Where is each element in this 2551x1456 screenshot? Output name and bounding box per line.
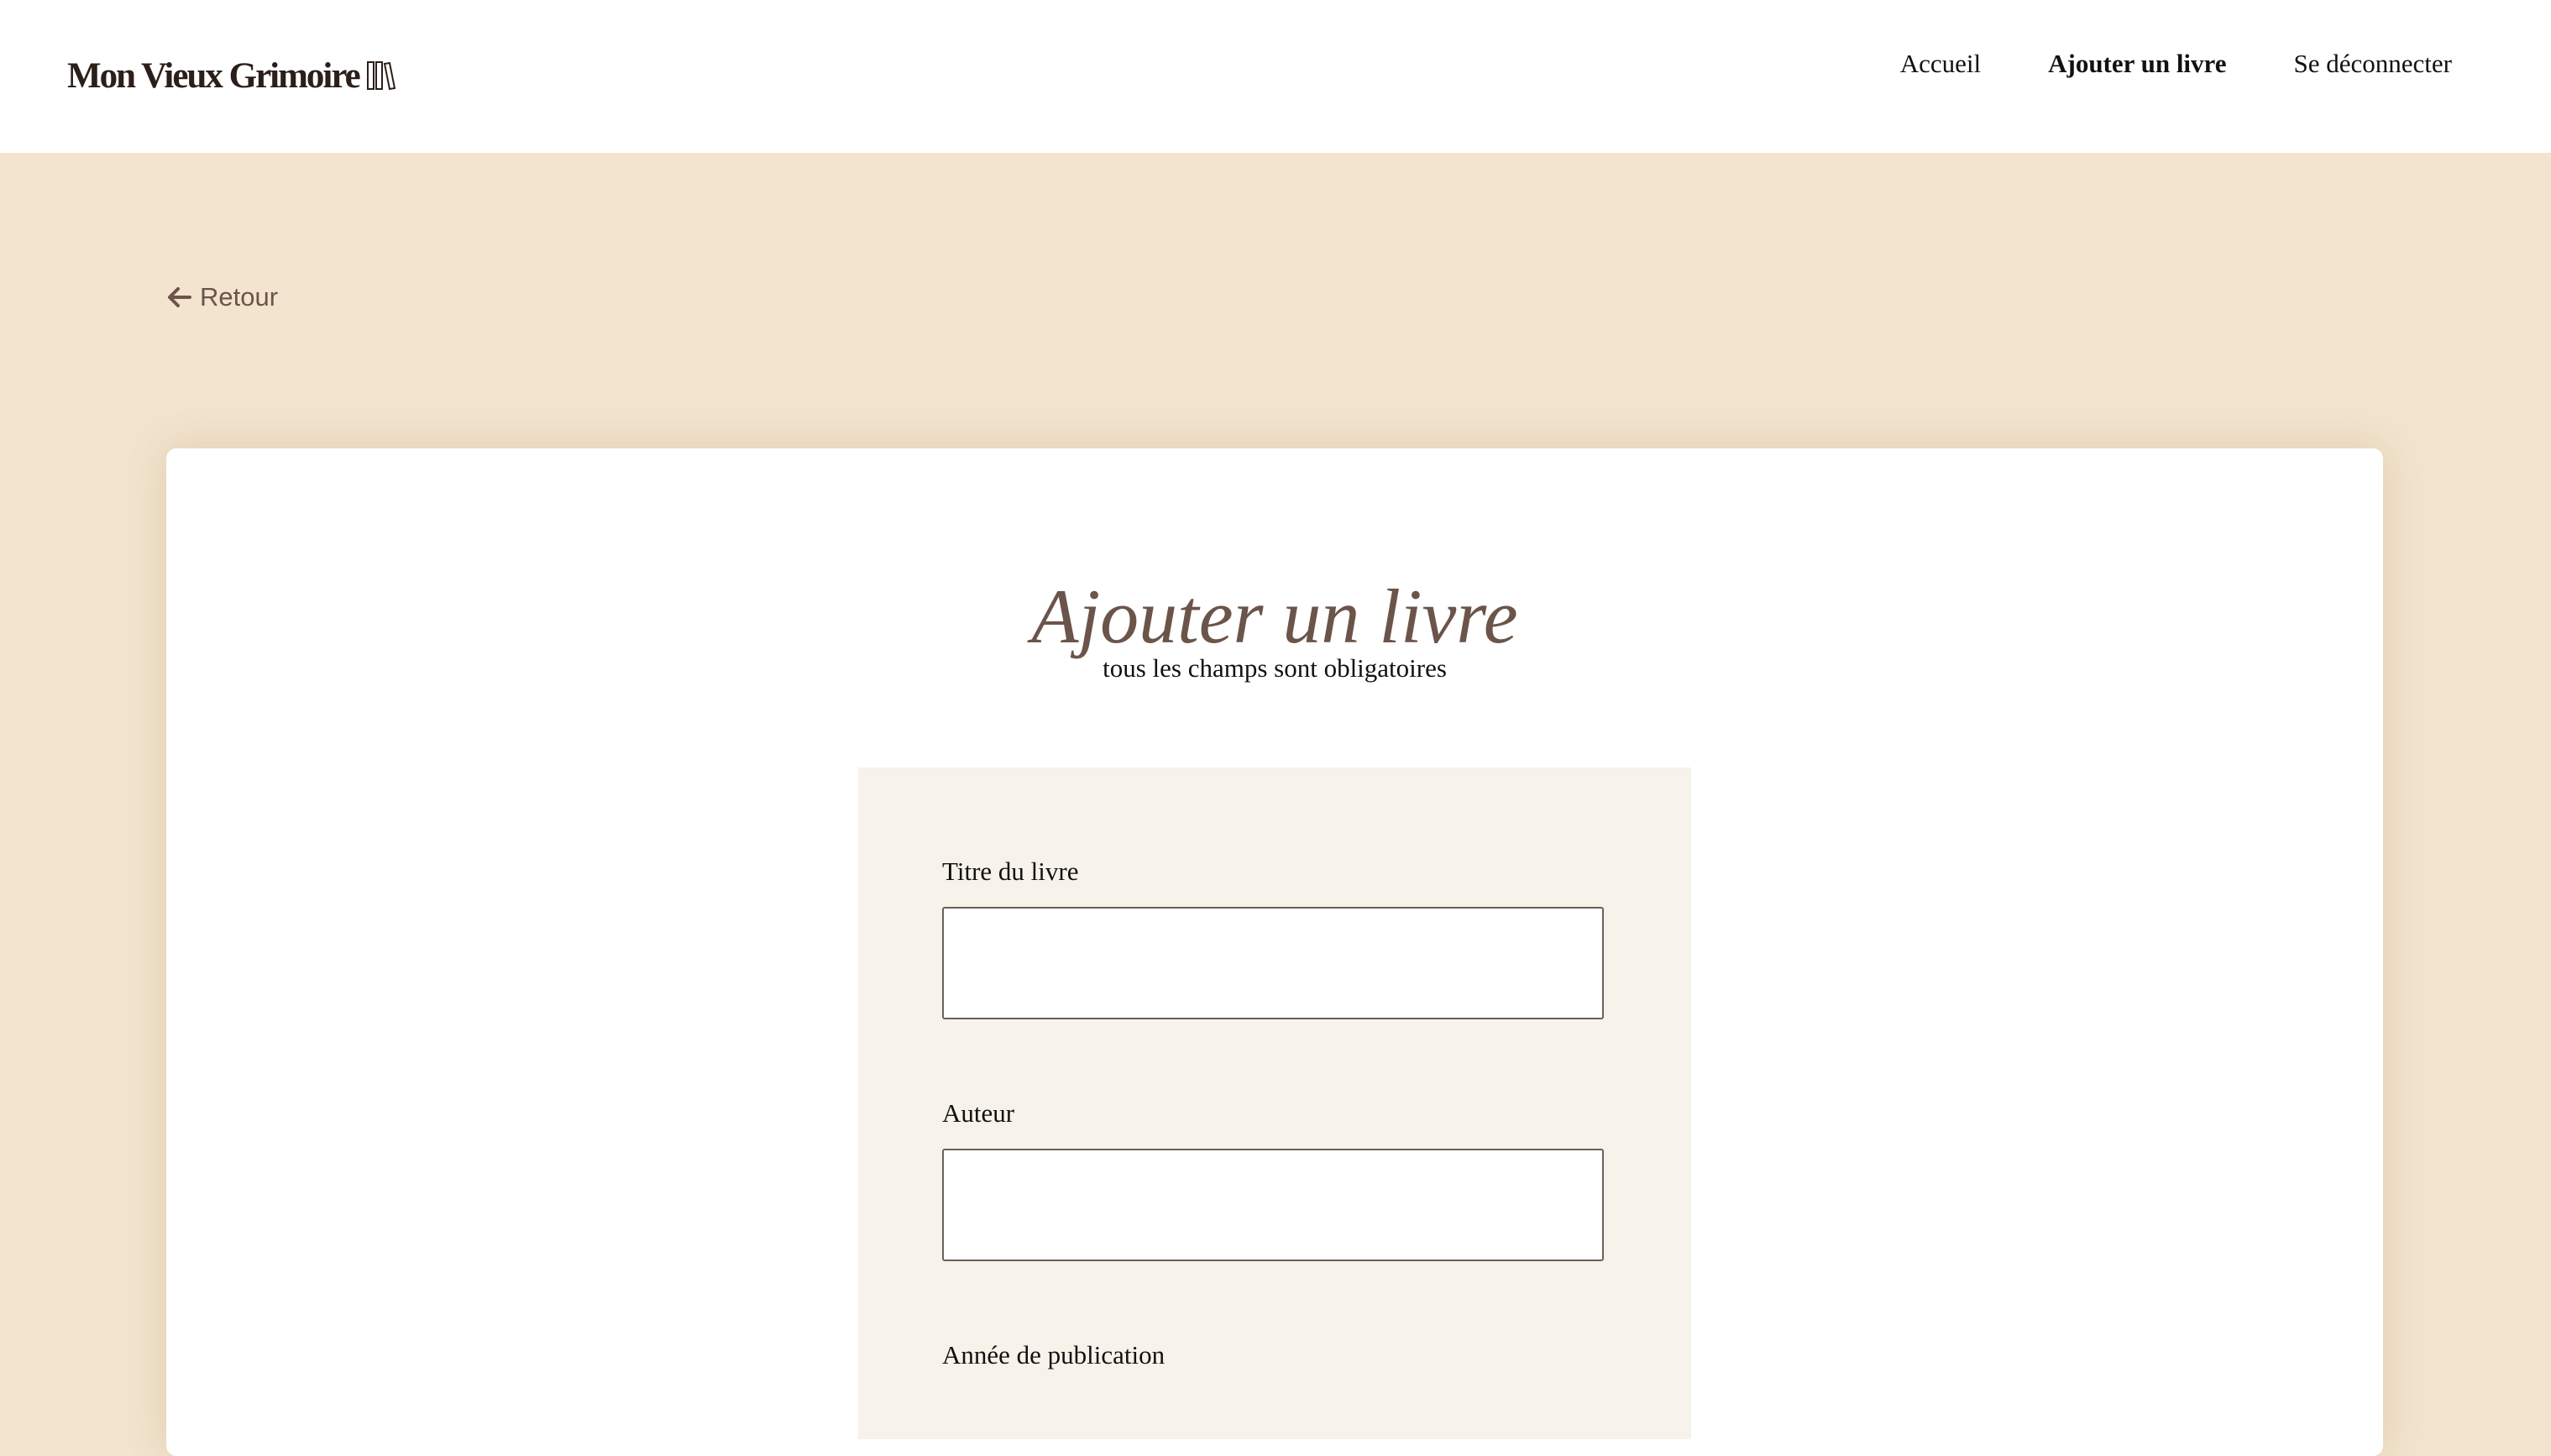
back-link[interactable]: Retour xyxy=(166,282,278,312)
author-field-label: Auteur xyxy=(942,1098,1015,1128)
back-label: Retour xyxy=(200,282,279,312)
page-subtitle: tous les champs sont obligatoires xyxy=(1103,653,1447,683)
books-icon xyxy=(366,61,395,91)
arrow-left-icon xyxy=(168,287,191,307)
year-field-label: Année de publication xyxy=(942,1340,1165,1370)
nav-accueil[interactable]: Accueil xyxy=(1900,49,1981,79)
page-title: Ajouter un livre xyxy=(1031,573,1518,659)
title-input[interactable] xyxy=(942,907,1604,1019)
author-input[interactable] xyxy=(942,1149,1604,1261)
site-logo[interactable]: Mon Vieux Grimoire xyxy=(67,52,396,99)
nav-se-deconnecter[interactable]: Se déconnecter xyxy=(2294,49,2452,79)
nav-ajouter-un-livre[interactable]: Ajouter un livre xyxy=(2048,49,2226,79)
title-field-label: Titre du livre xyxy=(942,856,1079,886)
book-form: Titre du livre Auteur Année de publicati… xyxy=(858,767,1691,1439)
main-nav: Accueil Ajouter un livre Se déconnecter xyxy=(1900,49,2452,79)
logo-text: Mon Vieux Grimoire xyxy=(67,55,361,96)
add-book-card: Ajouter un livre tous les champs sont ob… xyxy=(166,448,2383,1456)
site-header: Mon Vieux Grimoire Accueil Ajouter un li… xyxy=(0,0,2551,153)
